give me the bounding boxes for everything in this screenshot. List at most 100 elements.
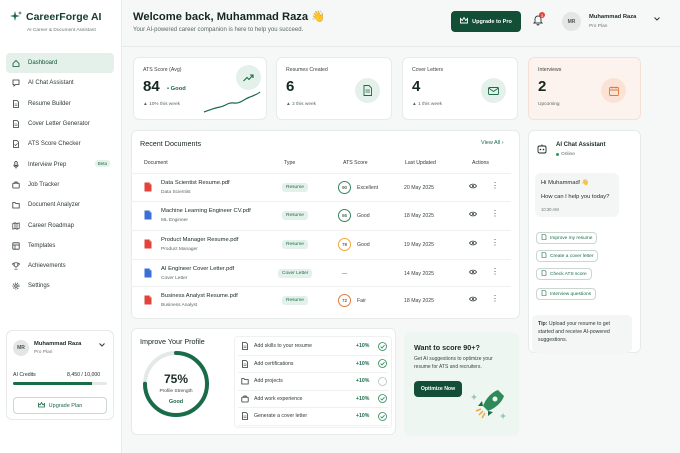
task-label: Add certifications — [254, 360, 294, 367]
folder-icon — [241, 377, 249, 387]
document-type-badge: Resume — [282, 183, 308, 192]
chat-message-bubble: Hi Muhammad! 👋 How can I help you today?… — [535, 173, 619, 217]
document-name[interactable]: Machine Learning Engineer CV.pdf — [161, 208, 251, 214]
check-circle-icon[interactable] — [378, 411, 387, 423]
sidebar-item-career-roadmap[interactable]: Career Roadmap — [6, 215, 114, 235]
document-type-badge: Resume — [282, 296, 308, 305]
chat-suggestion-label: Improve my resume — [550, 235, 593, 241]
document-icon — [355, 78, 380, 103]
column-header: Type — [284, 160, 296, 166]
eye-icon[interactable] — [469, 183, 477, 191]
improve-profile-title: Improve Your Profile — [140, 337, 205, 346]
eye-icon[interactable] — [469, 211, 477, 219]
chat-suggestion-label: Check ATS score — [550, 271, 587, 277]
upgrade-to-pro-button[interactable]: Upgrade to Pro — [451, 11, 521, 32]
sidebar-item-document-analyzer[interactable]: Document Analyzer — [6, 195, 114, 215]
briefcase-icon — [12, 181, 20, 189]
chevron-down-icon[interactable] — [99, 343, 105, 349]
chat-icon — [12, 79, 20, 88]
sidebar-user-card: MR Muhammad Raza Pro Plan AI Credits 8,4… — [6, 330, 114, 420]
pdf-file-icon — [144, 295, 152, 305]
table-row[interactable]: Machine Learning Engineer CV.pdf ML Engin… — [131, 201, 511, 229]
document-name[interactable]: Data Scientist Resume.pdf — [161, 180, 230, 186]
sidebar-item-ats-score-checker[interactable]: ATS Score Checker — [6, 134, 114, 154]
sidebar-item-label: Achievements — [28, 263, 66, 270]
credits-value: 8,450 / 10,000 — [67, 372, 101, 378]
eye-icon[interactable] — [469, 269, 477, 277]
check-circle-icon[interactable] — [378, 359, 387, 370]
optimize-now-button[interactable]: Optimize Now — [414, 381, 462, 397]
sidebar-item-settings[interactable]: Settings — [6, 276, 114, 296]
chat-suggestion-button[interactable]: Improve my resume — [536, 232, 598, 244]
avatar[interactable]: MR — [13, 340, 29, 356]
sidebar-item-interview-prep[interactable]: Interview Prep Beta — [6, 154, 114, 174]
crown-icon — [37, 401, 45, 410]
ats-score-ring: 90 — [338, 181, 351, 194]
chat-suggestion-button[interactable]: Create a cover letter — [536, 250, 599, 262]
document-icon — [541, 252, 547, 260]
more-options-icon[interactable]: ⋮ — [491, 182, 499, 190]
profile-task-item[interactable]: Add projects +10% — [238, 373, 388, 391]
table-row[interactable]: Product Manager Resume.pdf Product Manage… — [131, 230, 511, 258]
header-user-name[interactable]: Muhammad Raza — [589, 14, 636, 20]
table-row[interactable]: Data Scientist Resume.pdf Data Scientist R… — [131, 173, 511, 201]
sidebar-item-resume-builder[interactable]: Resume Builder — [6, 94, 114, 114]
sidebar-item-label: Dashboard — [28, 60, 58, 67]
task-gain: +10% — [356, 378, 370, 385]
sidebar-item-cover-letter-generator[interactable]: Cover Letter Generator — [6, 114, 114, 134]
profile-task-item[interactable]: Add work experience +10% — [238, 391, 388, 409]
more-options-icon[interactable]: ⋮ — [491, 295, 499, 303]
document-type-badge: Resume — [282, 211, 308, 220]
calendar-icon — [601, 78, 626, 103]
stat-card-interviews[interactable]: Interviews 2 Upcoming — [528, 57, 641, 120]
document-name[interactable]: AI Engineer Cover Letter.pdf — [161, 266, 234, 272]
task-label: Add skills to your resume — [254, 343, 312, 349]
last-updated: 20 May 2025 — [404, 185, 434, 191]
sidebar-item-achievements[interactable]: Achievements — [6, 256, 114, 276]
chat-suggestion-label: Interview questions — [550, 291, 592, 297]
document-name[interactable]: Product Manager Resume.pdf — [161, 237, 238, 243]
upgrade-to-pro-label: Upgrade to Pro — [472, 18, 512, 25]
document-icon — [541, 234, 547, 242]
brand[interactable]: CareerForge AI — [10, 11, 101, 23]
stat-card-resumes[interactable]: Resumes Created 6 ▲ 2 this week — [276, 57, 392, 120]
profile-task-item[interactable]: Add skills to your resume +10% — [238, 338, 388, 356]
document-role: Cover Letter — [161, 276, 188, 281]
profile-task-item[interactable]: Add certifications +10% — [238, 356, 388, 374]
chat-suggestion-button[interactable]: Interview questions — [536, 288, 597, 300]
stat-card-ats-score[interactable]: ATS Score (Avg) 84 • Good ▲ 10% this wee… — [133, 57, 267, 120]
document-name[interactable]: Business Analyst Resume.pdf — [161, 293, 238, 299]
sidebar-item-job-tracker[interactable]: Job Tracker — [6, 175, 114, 195]
eye-icon[interactable] — [469, 240, 477, 248]
sidebar-item-templates[interactable]: Templates — [6, 236, 114, 256]
sidebar-item-dashboard[interactable]: Dashboard — [6, 53, 114, 74]
chat-suggestion-button[interactable]: Check ATS score — [536, 268, 592, 280]
gear-icon — [12, 282, 20, 290]
profile-task-item[interactable]: Generate a cover letter +10% — [238, 408, 388, 426]
table-row[interactable]: Business Analyst Resume.pdf Business Anal… — [131, 286, 511, 314]
check-circle-icon[interactable] — [378, 394, 387, 405]
table-row[interactable]: AI Engineer Cover Letter.pdf Cover Letter… — [131, 259, 511, 287]
eye-icon[interactable] — [469, 296, 477, 304]
chevron-down-icon[interactable] — [654, 17, 660, 23]
sidebar-item-ai-chat-assistant[interactable]: AI Chat Assistant — [6, 73, 114, 93]
stat-card-cover-letters[interactable]: Cover Letters 4 ▲ 1 this week — [402, 57, 518, 120]
check-circle-icon[interactable] — [378, 341, 387, 353]
more-options-icon[interactable]: ⋮ — [491, 210, 499, 218]
stat-title: Resumes Created — [286, 67, 328, 73]
sidebar-item-label: Document Analyzer — [28, 202, 81, 209]
upgrade-plan-button[interactable]: Upgrade Plan — [13, 397, 107, 414]
header-user-plan: Pro Plan — [589, 24, 608, 29]
trend-up-icon — [236, 65, 261, 90]
more-options-icon[interactable]: ⋮ — [491, 268, 499, 276]
ats-score-ring: 86 — [338, 209, 351, 222]
view-all-link[interactable]: View All › — [481, 140, 504, 146]
avatar[interactable]: MR — [562, 12, 581, 31]
last-updated: 18 May 2025 — [404, 213, 434, 219]
cta-title: Want to score 90+? — [414, 343, 480, 352]
sidebar-user-plan: Pro Plan — [34, 350, 53, 355]
trophy-icon — [12, 262, 20, 270]
ats-score-label: Excellent — [357, 185, 379, 191]
more-options-icon[interactable]: ⋮ — [491, 239, 499, 247]
empty-circle-icon[interactable] — [378, 376, 387, 388]
